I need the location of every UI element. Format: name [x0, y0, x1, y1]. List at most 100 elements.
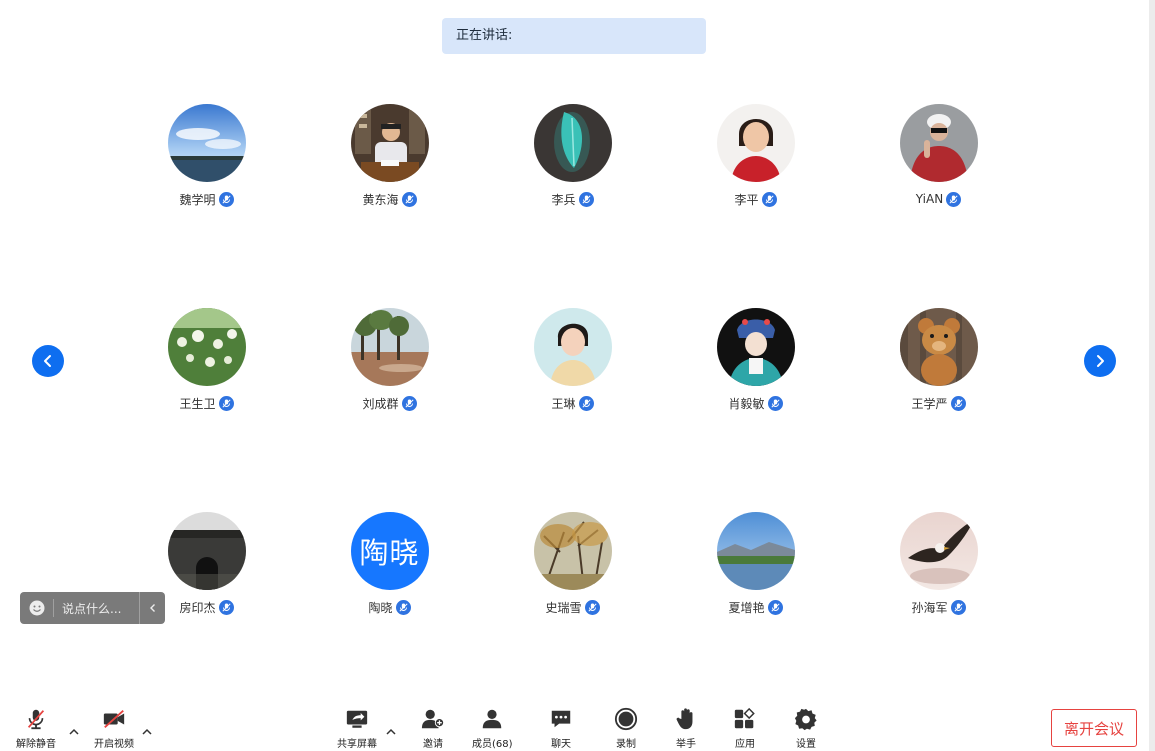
- active-speaker-bar: 正在讲话:: [442, 18, 706, 54]
- record-button[interactable]: 录制: [611, 706, 641, 750]
- audio-options-caret[interactable]: [68, 722, 80, 735]
- raise-hand-button[interactable]: 举手: [671, 706, 701, 750]
- raise-hand-label: 举手: [676, 739, 696, 750]
- chat-icon: [551, 710, 571, 728]
- participant-tile[interactable]: 肖毅敏: [664, 308, 847, 418]
- participant-tile[interactable]: YiAN: [847, 104, 1030, 214]
- mic-icon: [218, 599, 234, 615]
- participant-tile[interactable]: 王生卫: [115, 308, 298, 418]
- mic-icon: [395, 599, 411, 615]
- participant-avatar: [716, 512, 795, 590]
- participant-name: 李兵: [551, 192, 576, 207]
- window-edge: [1149, 0, 1155, 751]
- add-user-icon: [421, 709, 445, 729]
- share-screen-button[interactable]: 共享屏幕: [337, 706, 377, 750]
- leave-meeting-button[interactable]: 离开会议: [1051, 709, 1137, 747]
- participant-name: 陶晓: [368, 600, 393, 615]
- emoji-icon[interactable]: [29, 600, 45, 616]
- participant-avatar: [350, 104, 429, 182]
- participant-avatar: [167, 308, 246, 386]
- chat-input-placeholder[interactable]: 说点什么...: [62, 600, 139, 617]
- users-icon: [483, 709, 502, 729]
- chevron-up-icon: [69, 728, 79, 735]
- participant-tile[interactable]: 王学严: [847, 308, 1030, 418]
- mic-icon: [218, 191, 234, 207]
- mic-icon: [767, 599, 783, 615]
- unmute-label: 解除静音: [16, 739, 56, 750]
- share-screen-label: 共享屏幕: [337, 739, 377, 750]
- participant-tile[interactable]: 李兵: [481, 104, 664, 214]
- gear-icon: [794, 708, 817, 731]
- participant-avatar: [167, 512, 246, 590]
- share-options-caret[interactable]: [385, 722, 397, 735]
- apps-label: 应用: [735, 739, 755, 750]
- mic-icon: [578, 395, 594, 411]
- prev-page-button[interactable]: [32, 345, 64, 377]
- meeting-toolbar: 解除静音 开启视频 共享屏幕 邀请 成员(68) 聊天 录制 举手 应用 设置: [0, 700, 1149, 751]
- mic-icon: [767, 395, 783, 411]
- mic-icon: [401, 395, 417, 411]
- unmute-button[interactable]: 解除静音: [16, 706, 56, 750]
- chevron-up-icon: [386, 728, 396, 735]
- participant-tile[interactable]: 孙海军: [847, 512, 1030, 622]
- leave-meeting-label: 离开会议: [1063, 719, 1124, 738]
- participant-name: 史瑞雪: [545, 600, 582, 615]
- participant-name: 魏学明: [179, 192, 216, 207]
- chat-collapse-button[interactable]: [139, 592, 165, 624]
- participant-tile[interactable]: 黄东海: [298, 104, 481, 214]
- participant-grid: 魏学明 黄东海 李兵 李平 YiAN 王生卫 刘成群 王琳 肖毅敏 王学严 房印…: [115, 104, 1030, 615]
- chat-button[interactable]: 聊天: [546, 706, 576, 750]
- record-label: 录制: [616, 739, 636, 750]
- settings-button[interactable]: 设置: [791, 706, 821, 750]
- participant-avatar: [899, 104, 978, 182]
- participant-name: 李平: [734, 192, 759, 207]
- participant-avatar: [716, 104, 795, 182]
- participant-avatar: [533, 308, 612, 386]
- mic-icon: [761, 191, 777, 207]
- share-screen-icon: [346, 710, 368, 728]
- participant-name: 王学严: [911, 396, 948, 411]
- mic-icon: [950, 599, 966, 615]
- participant-avatar: [716, 308, 795, 386]
- participant-name: YiAN: [915, 192, 944, 206]
- chevron-right-icon: [1097, 355, 1104, 367]
- apps-icon: [734, 707, 755, 729]
- participant-avatar: [167, 104, 246, 182]
- chevron-up-icon: [142, 728, 152, 735]
- chevron-left-icon: [44, 355, 51, 367]
- participant-avatar: 陶晓: [350, 512, 429, 590]
- invite-button[interactable]: 邀请: [418, 706, 448, 750]
- members-button[interactable]: 成员(68): [472, 706, 513, 750]
- participant-name: 夏增艳: [728, 600, 765, 615]
- settings-label: 设置: [796, 739, 816, 750]
- participant-avatar: [899, 308, 978, 386]
- start-video-button[interactable]: 开启视频: [94, 706, 134, 750]
- participant-tile[interactable]: 魏学明: [115, 104, 298, 214]
- active-speaker-label: 正在讲话:: [456, 28, 513, 43]
- participant-tile[interactable]: 李平: [664, 104, 847, 214]
- participant-name: 刘成群: [362, 396, 399, 411]
- participant-tile[interactable]: 夏增艳: [664, 512, 847, 622]
- participant-name: 王生卫: [179, 396, 216, 411]
- participant-avatar: [533, 104, 612, 182]
- video-options-caret[interactable]: [141, 722, 153, 735]
- mic-icon: [578, 191, 594, 207]
- participant-name: 房印杰: [179, 600, 216, 615]
- apps-button[interactable]: 应用: [730, 706, 760, 750]
- participant-avatar: [350, 308, 429, 386]
- participant-tile[interactable]: 陶晓 陶晓: [298, 512, 481, 622]
- participant-avatar: [533, 512, 612, 590]
- participant-tile[interactable]: 史瑞雪: [481, 512, 664, 622]
- participant-name: 孙海军: [911, 600, 948, 615]
- mic-icon: [401, 191, 417, 207]
- members-label: 成员(68): [472, 739, 513, 750]
- mic-icon: [950, 395, 966, 411]
- chat-quick-input[interactable]: 说点什么...: [20, 592, 165, 624]
- next-page-button[interactable]: [1084, 345, 1116, 377]
- mic-icon: [946, 191, 962, 207]
- participant-tile[interactable]: 王琳: [481, 308, 664, 418]
- hand-icon: [676, 708, 693, 730]
- participant-tile[interactable]: 刘成群: [298, 308, 481, 418]
- invite-label: 邀请: [423, 739, 443, 750]
- participant-avatar: [899, 512, 978, 590]
